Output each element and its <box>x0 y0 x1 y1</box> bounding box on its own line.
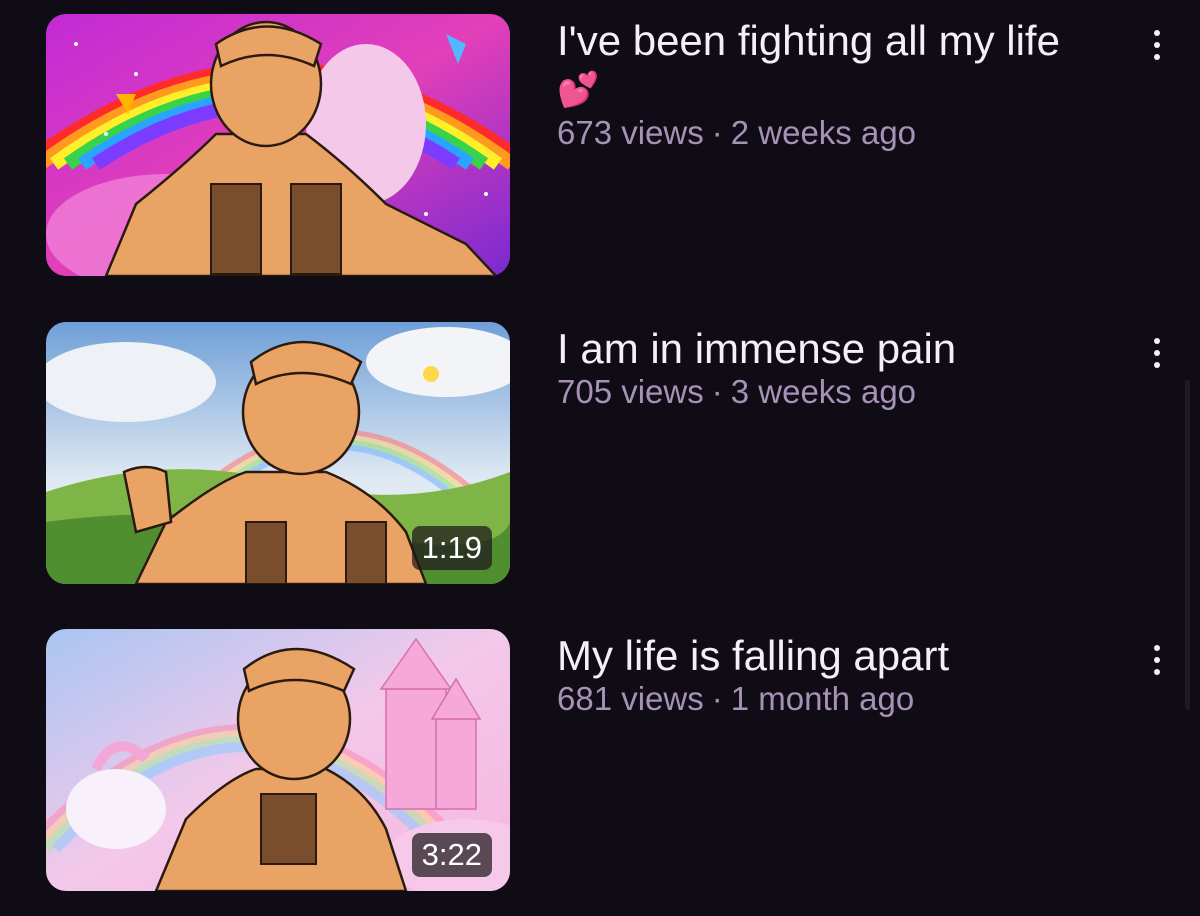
video-meta: I am in immense pain 705 views · 3 weeks a… <box>557 326 1097 412</box>
video-stats: 705 views · 3 weeks ago <box>557 372 1097 412</box>
two-hearts-emoji: 💕 <box>557 71 600 109</box>
video-thumbnail[interactable]: 3:22 <box>46 629 510 891</box>
video-thumbnail[interactable]: 1:19 <box>46 322 510 584</box>
video-title[interactable]: I've been fighting all my life 💕 <box>557 18 1097 113</box>
video-duration-badge: 3:22 <box>411 833 492 877</box>
upload-age: 3 weeks ago <box>730 373 917 410</box>
thumbnail-art <box>46 14 510 276</box>
more-options-icon[interactable] <box>1142 22 1172 68</box>
separator: · <box>711 114 723 151</box>
video-item[interactable]: 1:19 I am in immense pain 705 views · 3 we… <box>0 322 1200 584</box>
separator: · <box>711 680 723 717</box>
view-count: 673 views <box>557 114 704 151</box>
video-meta: My life is falling apart 681 views · 1 mon… <box>557 633 1097 719</box>
upload-age: 1 month ago <box>730 680 915 717</box>
scrollbar[interactable] <box>1185 380 1190 710</box>
video-meta: I've been fighting all my life 💕 673 vie… <box>557 18 1097 153</box>
upload-age: 2 weeks ago <box>730 114 917 151</box>
view-count: 681 views <box>557 680 704 717</box>
video-stats: 681 views · 1 month ago <box>557 679 1097 719</box>
video-title[interactable]: I am in immense pain <box>557 326 1097 372</box>
video-thumbnail[interactable] <box>46 14 510 276</box>
video-duration-badge: 1:19 <box>411 526 492 570</box>
video-item[interactable]: I've been fighting all my life 💕 673 vie… <box>0 14 1200 276</box>
video-item[interactable]: 3:22 My life is falling apart 681 views ·… <box>0 629 1200 891</box>
video-title[interactable]: My life is falling apart <box>557 633 1097 679</box>
view-count: 705 views <box>557 373 704 410</box>
more-options-icon[interactable] <box>1142 330 1172 376</box>
more-options-icon[interactable] <box>1142 637 1172 683</box>
video-stats: 673 views · 2 weeks ago <box>557 113 1097 153</box>
separator: · <box>711 373 723 410</box>
video-list: I've been fighting all my life 💕 673 vie… <box>0 0 1200 916</box>
